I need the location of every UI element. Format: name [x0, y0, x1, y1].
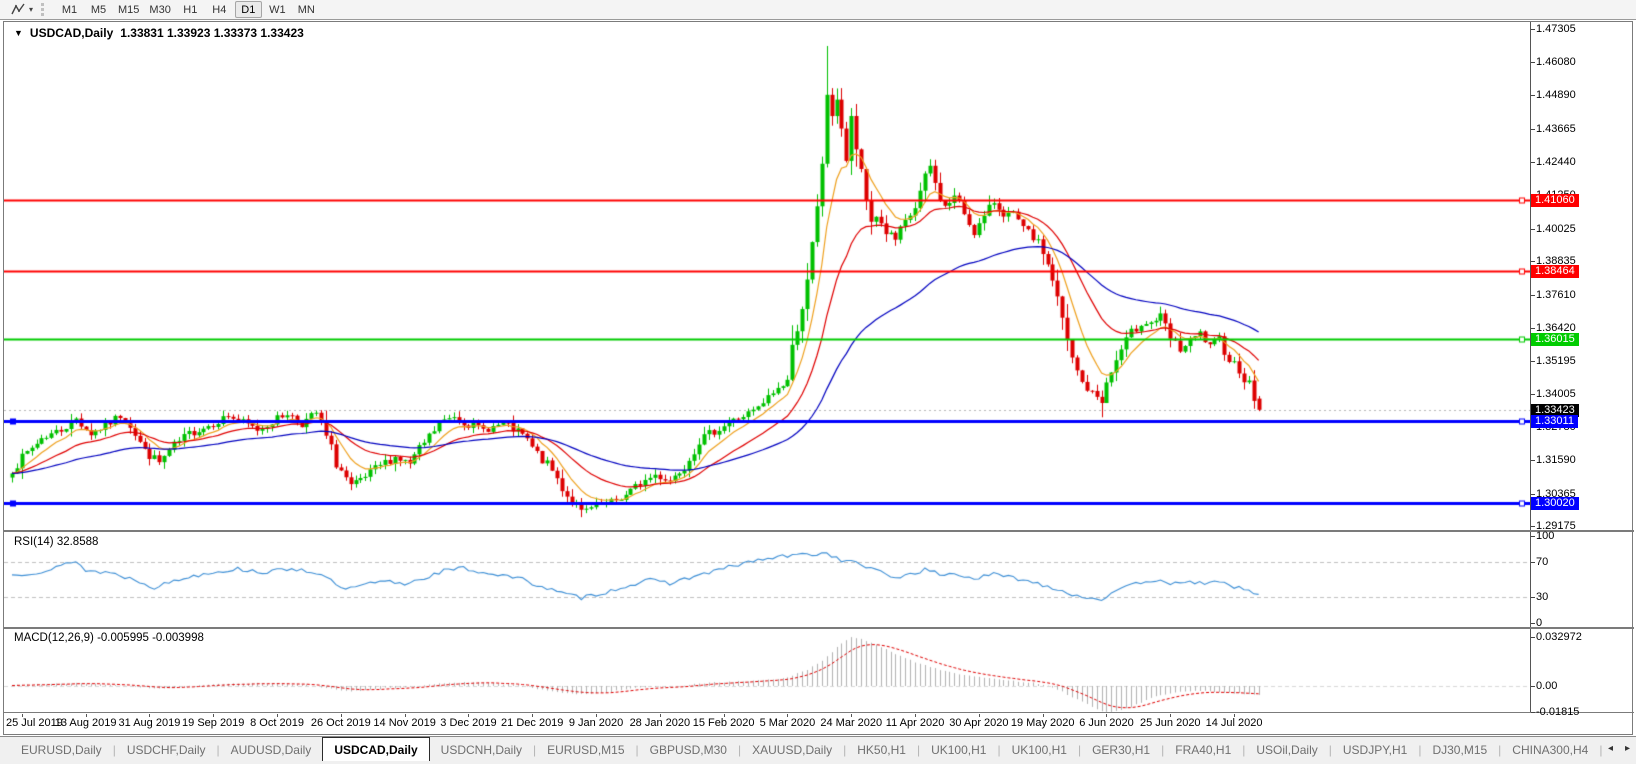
- price-tag: 1.30020: [1531, 497, 1579, 510]
- timeframe-toolbar: ▾ M1M5M15M30H1H4D1W1MN: [0, 0, 1636, 20]
- timeframe-buttons: M1M5M15M30H1H4D1W1MN: [55, 0, 321, 20]
- collapse-icon[interactable]: ▼: [14, 28, 23, 38]
- price-tag: 1.36015: [1531, 333, 1579, 346]
- tab-HK50-H1[interactable]: HK50,H1: [846, 740, 917, 761]
- timeframe-button-H4[interactable]: H4: [206, 1, 233, 18]
- tab-USDCAD-Daily[interactable]: USDCAD,Daily: [322, 737, 429, 761]
- price-tag: 1.41060: [1531, 194, 1579, 207]
- tab-scroll-arrows: ◂ ▸: [1608, 743, 1630, 754]
- tab-separator: |: [1599, 740, 1602, 761]
- macd-axis-label: 0.032972: [1536, 630, 1582, 644]
- date-label: 26 Oct 2019: [311, 717, 371, 729]
- date-label: 19 May 2020: [1011, 717, 1075, 729]
- chart-title: ▼ USDCAD,Daily 1.33831 1.33923 1.33373 1…: [14, 26, 304, 40]
- tab-EURUSD-M15[interactable]: EURUSD,M15: [536, 740, 635, 761]
- price-tick-label: 1.47305: [1536, 22, 1576, 36]
- price-tick-label: 1.35195: [1536, 354, 1576, 368]
- chart-symbol-period: USDCAD,Daily: [30, 26, 113, 40]
- rsi-axis-label: 70: [1536, 555, 1548, 569]
- date-label: 28 Jan 2020: [630, 717, 691, 729]
- date-axis[interactable]: 25 Jul 201913 Aug 201931 Aug 201919 Sep …: [4, 714, 1530, 733]
- tab-USOil-Daily[interactable]: USOil,Daily: [1245, 740, 1328, 761]
- rsi-macd-separator[interactable]: [4, 627, 1634, 629]
- rsi-axis-label: 0: [1536, 616, 1542, 630]
- tab-USDJPY-H1[interactable]: USDJPY,H1: [1332, 740, 1418, 761]
- price-axis-line: [1530, 22, 1531, 713]
- price-tick-label: 1.44890: [1536, 88, 1576, 102]
- date-label: 14 Nov 2019: [373, 717, 435, 729]
- price-tag: 1.33011: [1531, 415, 1578, 428]
- date-label: 5 Mar 2020: [760, 717, 816, 729]
- main-rsi-separator[interactable]: [4, 530, 1634, 532]
- tab-GER30-H1[interactable]: GER30,H1: [1081, 740, 1161, 761]
- tab-USDCHF-Daily[interactable]: USDCHF,Daily: [116, 740, 217, 761]
- timeframe-button-M1[interactable]: M1: [56, 1, 83, 18]
- date-label: 30 Apr 2020: [949, 717, 1008, 729]
- tab-EURUSD-Daily[interactable]: EURUSD,Daily: [10, 740, 113, 761]
- date-label: 11 Apr 2020: [886, 717, 945, 729]
- tab-scroll-right-icon[interactable]: ▸: [1625, 743, 1630, 754]
- tab-UK100-H1[interactable]: UK100,H1: [1001, 740, 1078, 761]
- tab-scroll-left-icon[interactable]: ◂: [1608, 743, 1613, 754]
- date-label: 19 Sep 2019: [182, 717, 244, 729]
- chart-tabs: EURUSD,Daily|USDCHF,Daily|AUDUSD,DailyUS…: [0, 737, 1636, 761]
- price-tick-label: 1.31590: [1536, 453, 1576, 467]
- zigzag-line-glyph: [11, 3, 26, 16]
- timeframe-button-M5[interactable]: M5: [85, 1, 112, 18]
- date-label: 21 Dec 2019: [501, 717, 563, 729]
- tab-GBPUSD-M30[interactable]: GBPUSD,M30: [639, 740, 738, 761]
- price-tag: 1.38464: [1531, 265, 1579, 278]
- tab-AUDUSD-Daily[interactable]: AUDUSD,Daily: [220, 740, 323, 761]
- tab-UK100-H1[interactable]: UK100,H1: [920, 740, 997, 761]
- price-tick-label: 1.40025: [1536, 222, 1576, 236]
- rsi-label: RSI(14) 32.8588: [14, 536, 98, 548]
- chart-ohlc-values: 1.33831 1.33923 1.33373 1.33423: [120, 26, 304, 40]
- price-tick-label: 1.37610: [1536, 288, 1576, 302]
- tab-CHINA300-H4[interactable]: CHINA300,H4: [1501, 740, 1599, 761]
- price-tick-label: 1.43665: [1536, 122, 1576, 136]
- price-tick-label: 1.46080: [1536, 55, 1576, 69]
- date-label: 14 Jul 2020: [1206, 717, 1263, 729]
- timeframe-button-D1[interactable]: D1: [235, 1, 262, 18]
- tab-USDCNH-Daily[interactable]: USDCNH,Daily: [430, 740, 533, 761]
- date-label: 6 Jun 2020: [1079, 717, 1133, 729]
- date-label: 15 Feb 2020: [693, 717, 755, 729]
- date-label: 31 Aug 2019: [119, 717, 181, 729]
- tab-XAUUSD-Daily[interactable]: XAUUSD,Daily: [741, 740, 843, 761]
- rsi-axis-label: 100: [1536, 529, 1554, 543]
- timeframe-button-W1[interactable]: W1: [264, 1, 291, 18]
- price-tick-label: 1.34005: [1536, 387, 1576, 401]
- date-label: 9 Jan 2020: [569, 717, 623, 729]
- date-label: 25 Jun 2020: [1140, 717, 1201, 729]
- price-tick-label: 1.42440: [1536, 155, 1576, 169]
- timeframe-button-MN[interactable]: MN: [293, 1, 320, 18]
- macd-label: MACD(12,26,9) -0.005995 -0.003998: [14, 632, 204, 644]
- timeframe-button-H1[interactable]: H1: [177, 1, 204, 18]
- mt4-application-window: ▾ M1M5M15M30H1H4D1W1MN ▼ USDCAD,Daily 1.…: [0, 0, 1636, 764]
- timeframe-button-M30[interactable]: M30: [145, 1, 174, 18]
- macd-axis-label: -0.01815: [1536, 705, 1579, 719]
- chart-tab-bar: EURUSD,Daily|USDCHF,Daily|AUDUSD,DailyUS…: [0, 736, 1636, 764]
- timeframe-button-M15[interactable]: M15: [114, 1, 143, 18]
- date-label: 24 Mar 2020: [820, 717, 882, 729]
- date-label: 3 Dec 2019: [440, 717, 496, 729]
- chart-canvas[interactable]: [4, 22, 1530, 713]
- rsi-axis-label: 30: [1536, 590, 1548, 604]
- date-label: 8 Oct 2019: [250, 717, 304, 729]
- tab-FRA40-H1[interactable]: FRA40,H1: [1164, 740, 1242, 761]
- toolbar-grip[interactable]: [41, 3, 47, 16]
- tab-DJ30-M15[interactable]: DJ30,M15: [1421, 740, 1498, 761]
- macd-axis-label: 0.00: [1536, 679, 1557, 693]
- dropdown-caret-icon[interactable]: ▾: [29, 5, 33, 14]
- date-label: 13 Aug 2019: [55, 717, 117, 729]
- macd-bottom-separator: [4, 712, 1634, 713]
- line-tool-icon[interactable]: [8, 2, 28, 18]
